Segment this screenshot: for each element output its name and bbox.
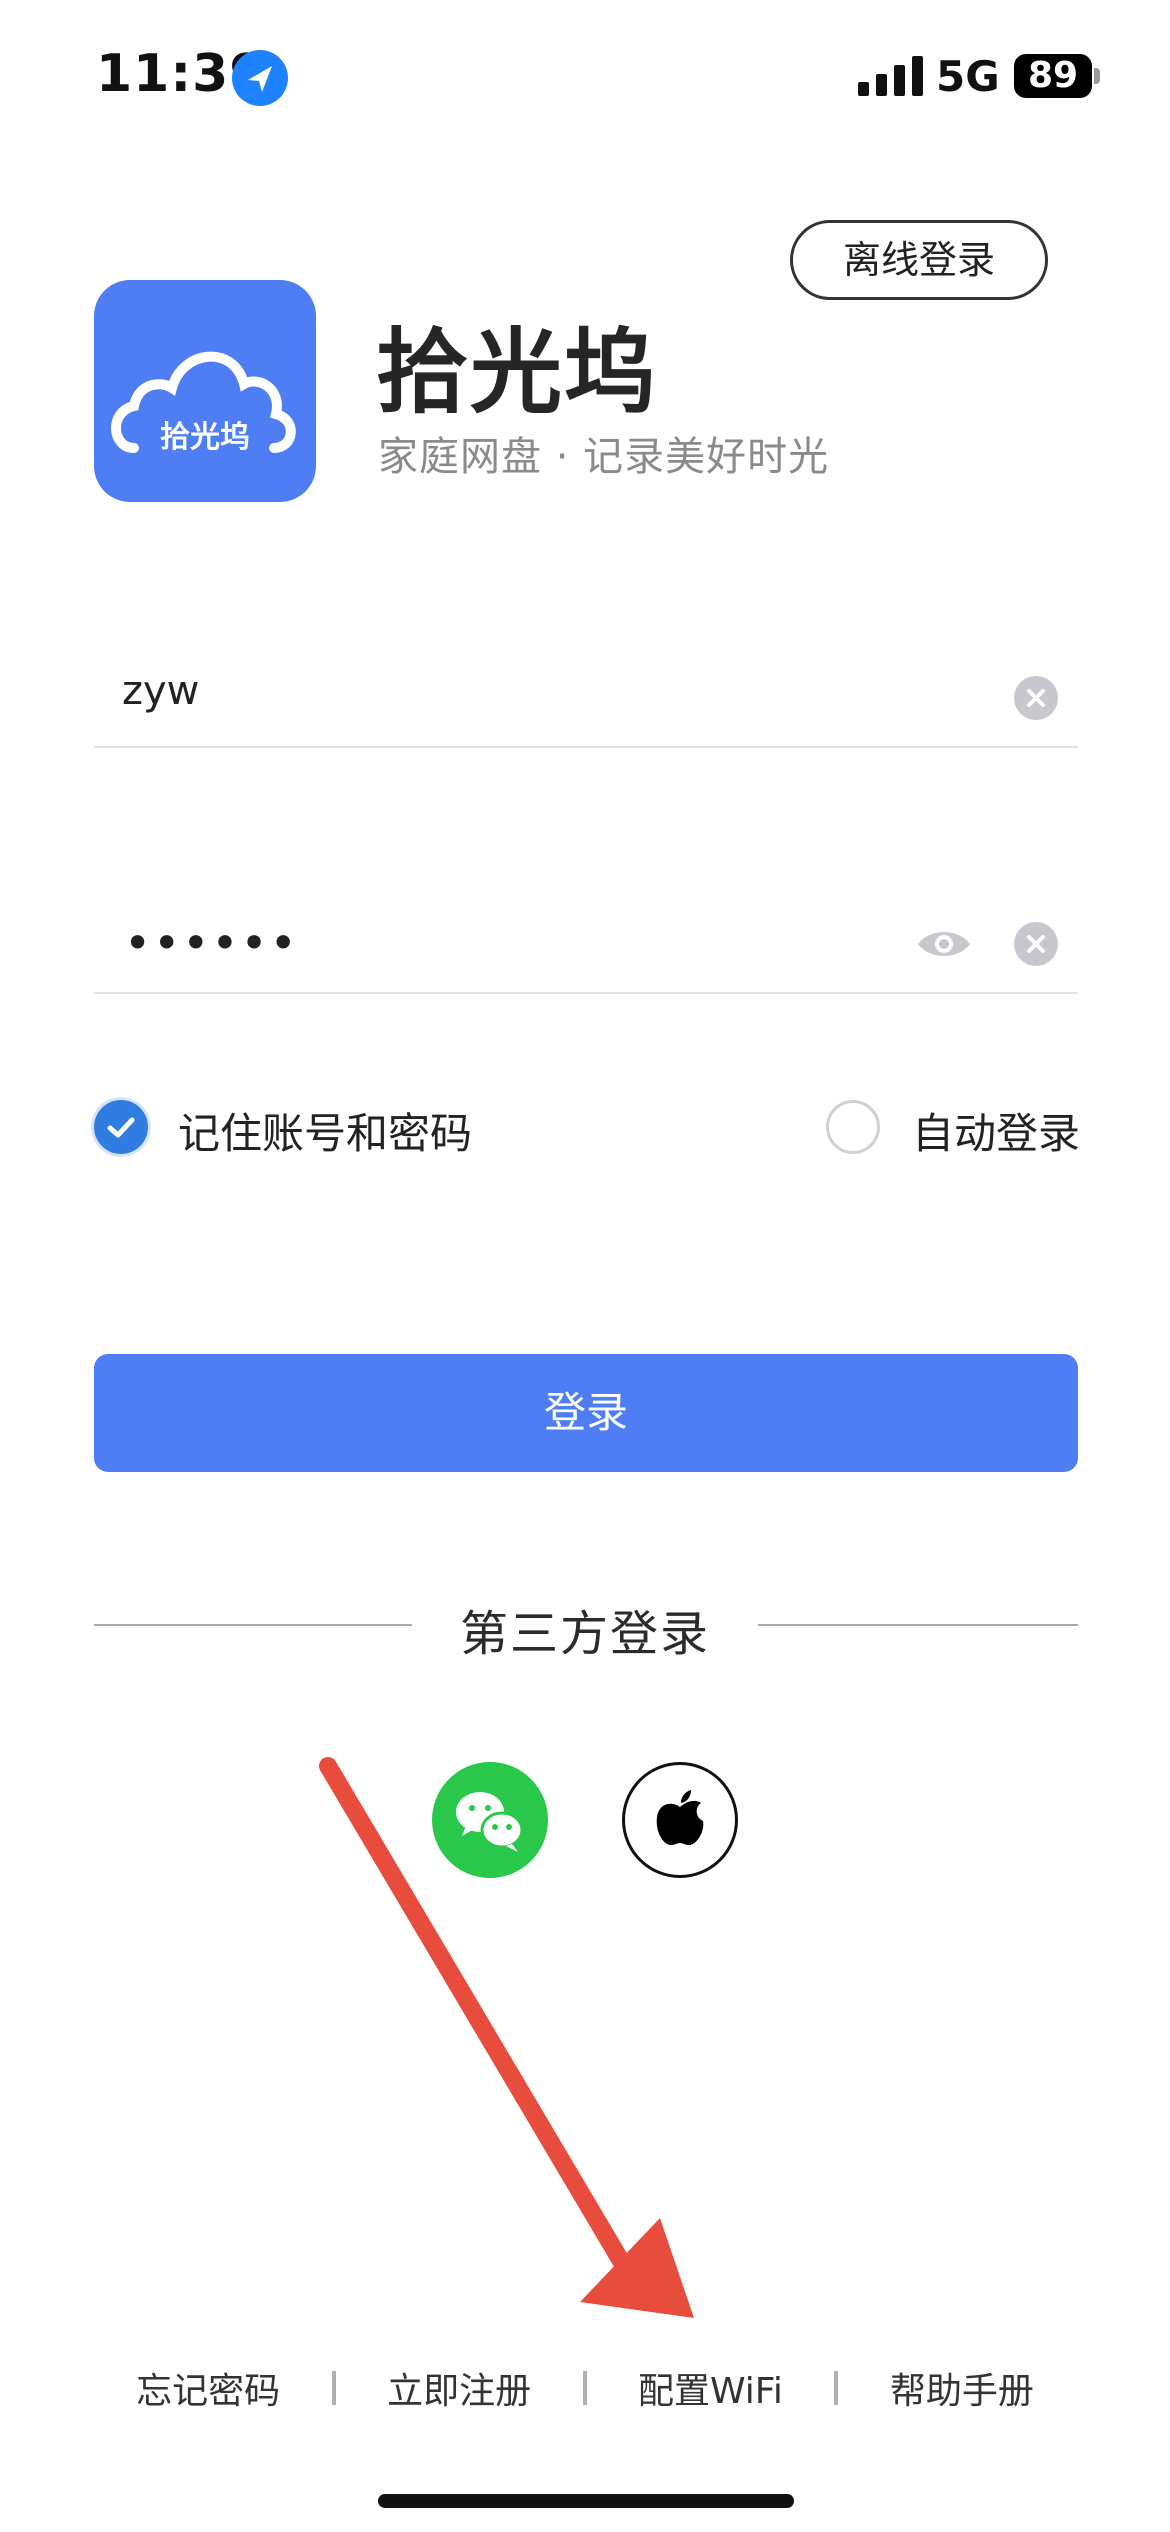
- apple-icon[interactable]: [622, 1762, 738, 1878]
- logo-text: 拾光坞: [160, 420, 250, 455]
- help-manual-link[interactable]: 帮助手册: [890, 2362, 1034, 2414]
- clear-username-button[interactable]: [1014, 676, 1058, 720]
- clear-password-button[interactable]: [1014, 922, 1058, 966]
- remember-label[interactable]: 记住账号和密码: [178, 1100, 472, 1161]
- eye-icon[interactable]: [916, 926, 972, 962]
- footer-separator: [582, 2371, 587, 2405]
- register-link[interactable]: 立即注册: [387, 2362, 531, 2414]
- configure-wifi-link[interactable]: 配置WiFi: [638, 2362, 783, 2414]
- login-button[interactable]: 登录: [94, 1354, 1078, 1472]
- username-input[interactable]: zyw: [122, 668, 199, 714]
- offline-login-button[interactable]: 离线登录: [790, 220, 1048, 300]
- third-party-label: 第三方登录: [459, 1606, 710, 1662]
- network-type: 5G: [936, 52, 1000, 101]
- auto-login-checkbox[interactable]: [826, 1100, 880, 1154]
- wechat-icon[interactable]: [432, 1762, 548, 1878]
- footer-links: 忘记密码 立即注册 配置WiFi 帮助手册: [0, 2362, 1170, 2414]
- divider-right: [758, 1624, 1078, 1626]
- battery-icon: 89: [1014, 54, 1092, 98]
- signal-icon: [858, 56, 923, 96]
- footer-separator: [834, 2371, 839, 2405]
- footer-separator: [331, 2371, 336, 2405]
- location-icon: [232, 50, 288, 106]
- password-underline: [94, 992, 1078, 994]
- password-input[interactable]: ••••••: [124, 916, 299, 970]
- app-logo: 拾光坞: [94, 280, 316, 502]
- remember-checkbox[interactable]: [94, 1100, 148, 1154]
- cloud-icon: [111, 351, 296, 453]
- battery-cap: [1094, 68, 1100, 84]
- auto-login-label[interactable]: 自动登录: [912, 1100, 1080, 1161]
- app-subtitle: 家庭网盘 · 记录美好时光: [378, 434, 830, 480]
- home-indicator[interactable]: [378, 2494, 794, 2508]
- username-underline: [94, 746, 1078, 748]
- app-title: 拾光坞: [376, 319, 659, 426]
- forgot-password-link[interactable]: 忘记密码: [136, 2362, 280, 2414]
